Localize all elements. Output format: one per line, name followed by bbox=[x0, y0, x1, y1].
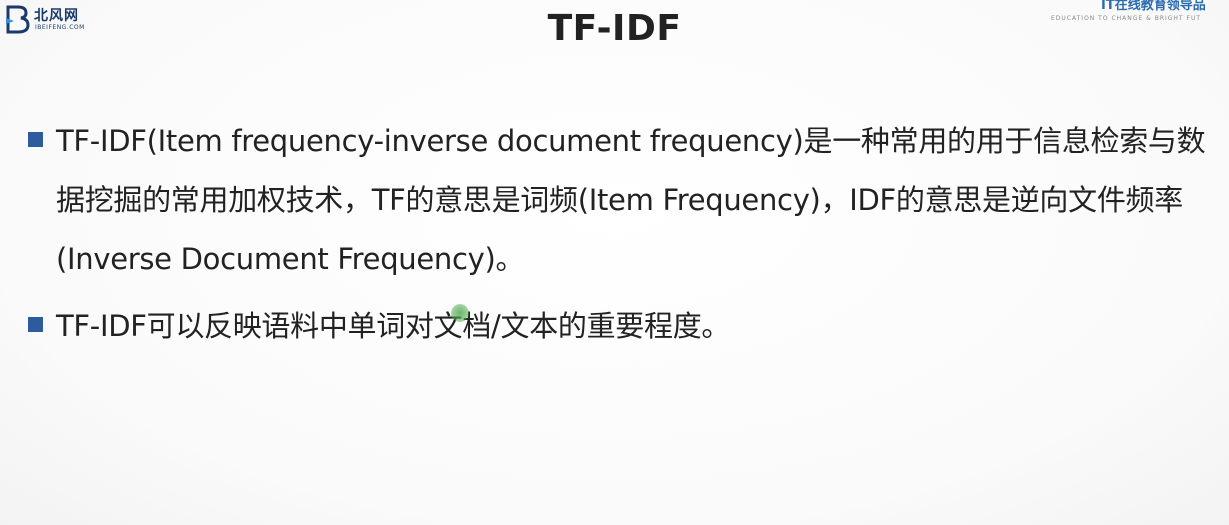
bullet-square-icon bbox=[28, 132, 43, 147]
bullet-list: TF-IDF(Item frequency-inverse document f… bbox=[28, 112, 1208, 356]
pointer-highlight-icon bbox=[451, 304, 469, 322]
slide: 北风网 IBEIFENG.COM IT在线教育领导品 EDUCATION TO … bbox=[0, 0, 1229, 525]
bullet-square-icon bbox=[28, 317, 43, 332]
bullet-item: TF-IDF(Item frequency-inverse document f… bbox=[28, 112, 1208, 289]
bullet-text: TF-IDF可以反映语料中单词对文档/文本的重要程度。 bbox=[56, 309, 731, 343]
bullet-text: TF-IDF(Item frequency-inverse document f… bbox=[56, 124, 1206, 276]
bullet-item: TF-IDF可以反映语料中单词对文档/文本的重要程度。 bbox=[28, 297, 1208, 356]
slide-title: TF-IDF bbox=[547, 8, 682, 49]
